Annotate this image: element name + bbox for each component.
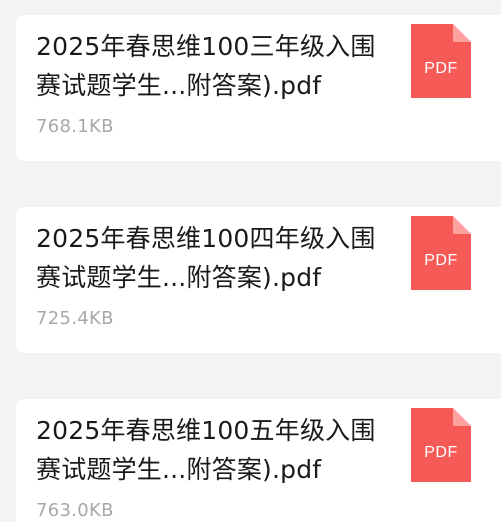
pdf-icon-label: PDF xyxy=(424,252,458,269)
pdf-file-icon: PDF xyxy=(411,216,471,290)
pdf-icon-label: PDF xyxy=(424,60,458,77)
file-card[interactable]: 2025年春思维100五年级入围赛试题学生...附答案).pdf 763.0KB… xyxy=(16,399,501,522)
file-size: 768.1KB xyxy=(36,116,114,137)
file-list: 2025年春思维100三年级入围赛试题学生...附答案).pdf 768.1KB… xyxy=(0,0,501,522)
file-name: 2025年春思维100四年级入围赛试题学生...附答案).pdf xyxy=(36,224,376,292)
pdf-file-icon: PDF xyxy=(411,408,471,482)
pdf-file-icon: PDF xyxy=(411,24,471,98)
file-card[interactable]: 2025年春思维100三年级入围赛试题学生...附答案).pdf 768.1KB… xyxy=(16,15,501,161)
file-name: 2025年春思维100三年级入围赛试题学生...附答案).pdf xyxy=(36,32,376,100)
pdf-icon-label: PDF xyxy=(424,444,458,461)
file-name: 2025年春思维100五年级入围赛试题学生...附答案).pdf xyxy=(36,416,376,484)
file-size: 725.4KB xyxy=(36,308,114,329)
file-size: 763.0KB xyxy=(36,500,114,521)
file-card[interactable]: 2025年春思维100四年级入围赛试题学生...附答案).pdf 725.4KB… xyxy=(16,207,501,353)
